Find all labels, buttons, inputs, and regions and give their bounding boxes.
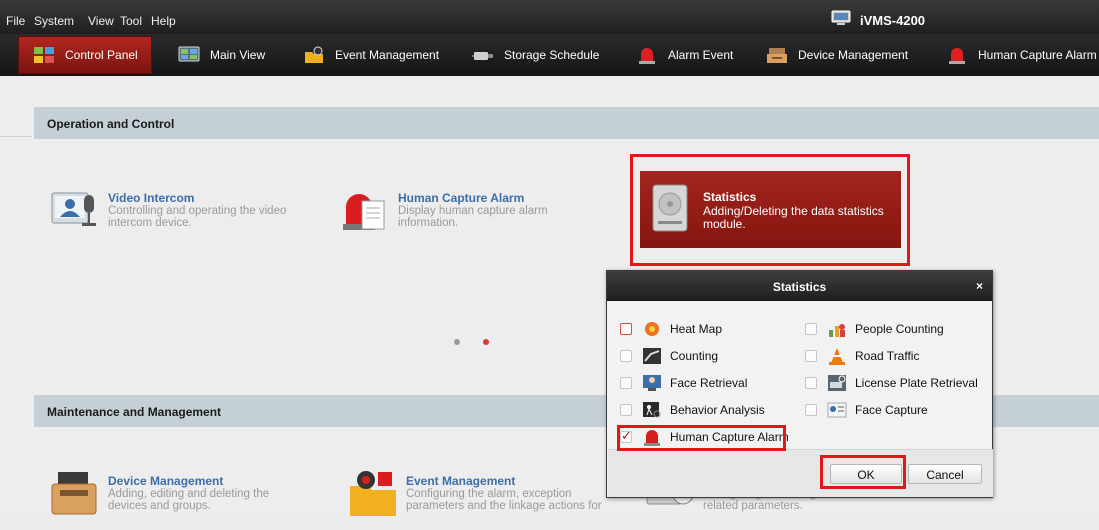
tab-label: Control Panel	[65, 48, 138, 62]
module-human-capture-alarm[interactable]: Human Capture Alarm Display human captur…	[340, 187, 600, 247]
storage-schedule-icon	[472, 52, 493, 60]
module-description: Display human capture alarm information.	[398, 205, 548, 229]
checkbox[interactable]	[620, 350, 632, 362]
tab-storage-schedule[interactable]: Storage Schedule	[472, 36, 599, 74]
checkbox[interactable]	[620, 404, 632, 416]
tab-label: Human Capture Alarm	[978, 48, 1097, 62]
statistics-dialog: Statistics × Heat Map Counting Face Retr…	[606, 270, 993, 498]
module-statistics[interactable]: Statistics Adding/Deleting the data stat…	[640, 171, 901, 248]
counting-icon	[643, 348, 661, 364]
face-capture-icon	[827, 402, 847, 418]
checkbox[interactable]	[805, 323, 817, 335]
option-label: Heat Map	[670, 322, 723, 336]
option-label: Counting	[670, 349, 719, 363]
device-management-icon	[767, 48, 787, 63]
close-icon[interactable]: ×	[976, 279, 983, 293]
checkbox[interactable]	[805, 377, 817, 389]
divider	[0, 136, 32, 137]
device-management-icon	[51, 472, 97, 515]
people-counting-icon	[829, 324, 845, 337]
app-title: iVMS-4200	[860, 13, 926, 28]
event-management-icon	[350, 471, 396, 516]
module-description: Controlling and operating the video inte…	[108, 205, 287, 229]
module-video-intercom[interactable]: Video Intercom Controlling and operating…	[50, 187, 310, 247]
checkbox[interactable]	[805, 404, 817, 416]
option-face-retrieval[interactable]: Face Retrieval	[620, 373, 747, 393]
option-behavior-analysis[interactable]: Behavior Analysis	[620, 400, 765, 420]
tab-label: Storage Schedule	[504, 48, 600, 62]
main-view-icon	[178, 46, 200, 62]
option-counting[interactable]: Counting	[620, 346, 718, 366]
tab-event-management[interactable]: Event Management	[303, 36, 439, 74]
highlight-outline	[617, 425, 786, 451]
page-indicator-dot[interactable]	[454, 339, 460, 345]
module-device-management[interactable]: Device Management Adding, editing and de…	[50, 470, 310, 530]
tab-human-capture-alarm[interactable]: Human Capture Alarm	[946, 36, 1097, 74]
tab-label: Alarm Event	[668, 48, 734, 62]
option-license-plate-retrieval[interactable]: License Plate Retrieval	[805, 373, 978, 393]
checkbox[interactable]	[620, 323, 632, 335]
tab-label: Device Management	[798, 48, 909, 62]
section-header-operation: Operation and Control	[34, 107, 1099, 139]
option-label: Face Capture	[855, 403, 928, 417]
tab-bar: Control Panel Main View Event Management…	[0, 34, 1099, 76]
alarm-light-icon	[343, 194, 385, 230]
event-management-icon	[305, 46, 323, 63]
menu-bar: File System View Tool Help iVMS-4200	[0, 0, 1099, 34]
menu-view[interactable]: View	[88, 14, 114, 28]
traffic-cone-icon	[829, 348, 845, 365]
option-road-traffic[interactable]: Road Traffic	[805, 346, 919, 366]
tab-control-panel[interactable]: Control Panel	[18, 36, 152, 74]
checkbox[interactable]	[805, 350, 817, 362]
alarm-event-icon	[639, 48, 655, 64]
module-title: Human Capture Alarm	[398, 191, 525, 205]
heat-map-icon	[645, 322, 659, 336]
module-description: Configuring the alarm, exception paramet…	[406, 488, 602, 512]
tab-device-management[interactable]: Device Management	[766, 36, 908, 74]
hard-disk-icon	[652, 184, 688, 232]
menu-file[interactable]: File	[6, 14, 25, 28]
module-title: Event Management	[406, 474, 516, 488]
menu-system[interactable]: System	[34, 14, 74, 28]
module-title: Device Management	[108, 474, 224, 488]
module-title: Video Intercom	[108, 191, 195, 205]
option-label: People Counting	[855, 322, 944, 336]
tab-label: Event Management	[335, 48, 440, 62]
tab-main-view[interactable]: Main View	[178, 36, 265, 74]
option-face-capture[interactable]: Face Capture	[805, 400, 928, 420]
option-label: Road Traffic	[855, 349, 920, 363]
cancel-button[interactable]: Cancel	[908, 464, 982, 484]
page-indicator-dot-active[interactable]	[483, 339, 489, 345]
option-people-counting[interactable]: People Counting	[805, 319, 944, 339]
module-title: Statistics	[703, 190, 757, 204]
license-plate-icon	[828, 375, 846, 391]
option-label: Behavior Analysis	[670, 403, 765, 417]
dialog-title: Statistics	[607, 271, 992, 301]
menu-help[interactable]: Help	[151, 14, 176, 28]
checkbox[interactable]	[620, 377, 632, 389]
option-label: License Plate Retrieval	[855, 376, 978, 390]
menu-tool[interactable]: Tool	[120, 14, 142, 28]
option-heat-map[interactable]: Heat Map	[620, 319, 722, 339]
control-panel-icon	[34, 47, 54, 63]
face-retrieval-icon	[643, 375, 661, 391]
tab-label: Main View	[210, 48, 266, 62]
option-label: Face Retrieval	[670, 376, 748, 390]
module-description: Adding, editing and deleting the devices…	[108, 488, 270, 512]
module-description: Adding/Deleting the data statistics modu…	[703, 204, 884, 231]
behavior-analysis-icon	[643, 402, 661, 418]
dialog-footer: OK Cancel	[608, 449, 993, 497]
tab-alarm-event[interactable]: Alarm Event	[636, 36, 733, 74]
highlight-outline	[820, 455, 906, 489]
alarm-light-icon	[949, 48, 965, 64]
app-logo-icon	[831, 10, 851, 25]
module-event-management[interactable]: Event Management Configuring the alarm, …	[348, 470, 618, 530]
video-intercom-icon	[51, 192, 96, 226]
